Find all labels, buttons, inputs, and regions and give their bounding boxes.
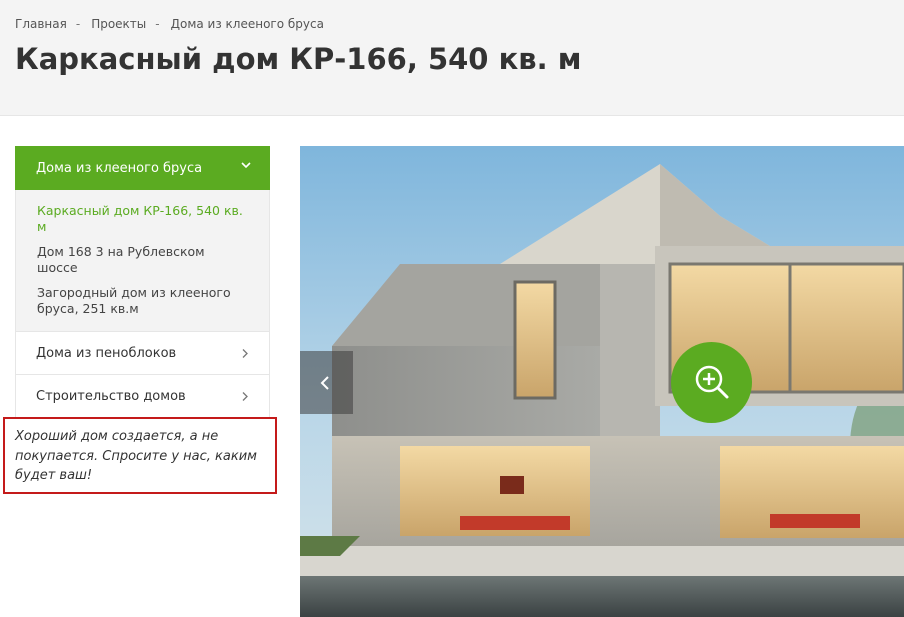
chevron-left-icon xyxy=(320,376,329,390)
chevron-right-icon xyxy=(242,349,248,358)
sidebar-section-label: Дома из пеноблоков xyxy=(36,345,177,361)
breadcrumb-separator: - xyxy=(155,17,160,31)
sidebar-submenu: Каркасный дом КР-166, 540 кв. м Дом 168 … xyxy=(15,190,270,331)
sidebar-section-construction[interactable]: Строительство домов xyxy=(15,375,270,419)
promo-quote: Хороший дом создается, а не покупается. … xyxy=(3,417,277,494)
page-title: Каркасный дом КР-166, 540 кв. м xyxy=(15,42,582,76)
gallery-zoom-button[interactable] xyxy=(671,342,752,423)
breadcrumb: Главная - Проекты - Дома из клееного бруса xyxy=(15,17,324,31)
house-photo[interactable] xyxy=(300,146,904,617)
sidebar-section-active[interactable]: Дома из клееного бруса xyxy=(15,146,270,190)
sidebar-subitem[interactable]: Загородный дом из клееного бруса, 251 кв… xyxy=(37,285,249,317)
sidebar-subitem-current[interactable]: Каркасный дом КР-166, 540 кв. м xyxy=(37,203,249,235)
breadcrumb-separator: - xyxy=(75,17,81,31)
sidebar-section-label: Дома из клееного бруса xyxy=(36,160,203,176)
page-header: Главная - Проекты - Дома из клееного бруса К… xyxy=(0,0,904,116)
breadcrumb-current[interactable]: Дома из клееного бруса xyxy=(171,17,324,31)
breadcrumb-home[interactable]: Главная xyxy=(15,17,67,31)
chevron-down-icon xyxy=(241,162,251,169)
zoom-in-icon xyxy=(695,365,729,399)
sidebar-menu: Дома из клееного бруса Каркасный дом КР-… xyxy=(15,146,270,419)
breadcrumb-projects[interactable]: Проекты xyxy=(91,17,146,31)
project-gallery xyxy=(300,146,904,617)
sidebar-section-foam-blocks[interactable]: Дома из пеноблоков xyxy=(15,331,270,375)
sidebar-subitem[interactable]: Дом 168 3 на Рублевском шоссе xyxy=(37,244,249,276)
gallery-prev-button[interactable] xyxy=(300,351,353,414)
chevron-right-icon xyxy=(242,392,248,401)
sidebar-section-label: Строительство домов xyxy=(36,389,186,404)
